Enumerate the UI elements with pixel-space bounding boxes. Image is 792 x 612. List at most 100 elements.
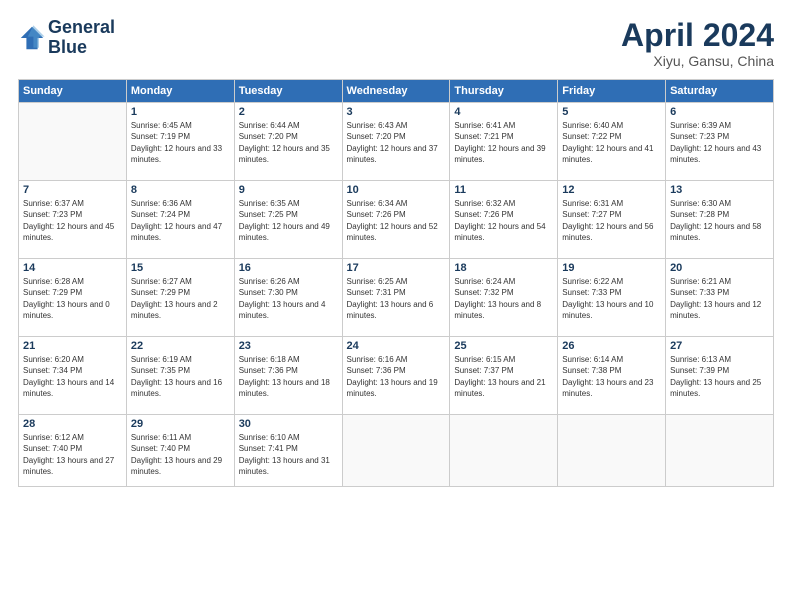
day-number: 13 (670, 184, 769, 196)
day-info: Sunrise: 6:27 AMSunset: 7:29 PMDaylight:… (131, 276, 230, 321)
header-cell-friday: Friday (558, 80, 666, 103)
day-cell-empty-6 (666, 415, 774, 487)
day-cell-9: 9Sunrise: 6:35 AMSunset: 7:25 PMDaylight… (234, 181, 342, 259)
day-number: 25 (454, 340, 553, 352)
day-info: Sunrise: 6:30 AMSunset: 7:28 PMDaylight:… (670, 198, 769, 243)
day-number: 6 (670, 106, 769, 118)
header-cell-sunday: Sunday (19, 80, 127, 103)
day-cell-25: 25 Sunrise: 6:15 AMSunset: 7:37 PMDayligh… (450, 337, 558, 415)
day-info: Sunrise: 6:10 AMSunset: 7:41 PMDaylight:… (239, 432, 338, 477)
day-cell-24: 24 Sunrise: 6:16 AMSunset: 7:36 PMDayligh… (342, 337, 450, 415)
day-number: 29 (131, 418, 230, 430)
day-info: Sunrise: 6:12 AMSunset: 7:40 PMDaylight:… (23, 432, 122, 477)
day-info: Sunrise: 6:36 AMSunset: 7:24 PMDaylight:… (131, 198, 230, 243)
logo-text: General Blue (48, 18, 115, 58)
day-number: 22 (131, 340, 230, 352)
day-info: Sunrise: 6:25 AMSunset: 7:31 PMDaylight:… (347, 276, 446, 321)
day-info: Sunrise: 6:15 AMSunset: 7:37 PMDaylight:… (454, 354, 553, 399)
day-number: 26 (562, 340, 661, 352)
day-info: Sunrise: 6:35 AMSunset: 7:25 PMDaylight:… (239, 198, 338, 243)
day-cell-empty-4 (450, 415, 558, 487)
logo-icon (18, 24, 46, 52)
day-cell-empty-3 (342, 415, 450, 487)
day-cell-10: 10Sunrise: 6:34 AMSunset: 7:26 PMDayligh… (342, 181, 450, 259)
day-cell-8: 8 Sunrise: 6:36 AMSunset: 7:24 PMDaylight… (126, 181, 234, 259)
calendar-subtitle: Xiyu, Gansu, China (621, 53, 774, 69)
day-cell-17: 17 Sunrise: 6:25 AMSunset: 7:31 PMDayligh… (342, 259, 450, 337)
week-row-1: 7Sunrise: 6:37 AMSunset: 7:23 PMDaylight… (19, 181, 774, 259)
day-cell-3: 3 Sunrise: 6:43 AMSunset: 7:20 PMDaylight… (342, 103, 450, 181)
day-cell-29: 29Sunrise: 6:11 AMSunset: 7:40 PMDayligh… (126, 415, 234, 487)
day-info: Sunrise: 6:16 AMSunset: 7:36 PMDaylight:… (347, 354, 446, 399)
day-number: 17 (347, 262, 446, 274)
calendar-title: April 2024 (621, 18, 774, 53)
day-number: 14 (23, 262, 122, 274)
calendar-body: 1Sunrise: 6:45 AMSunset: 7:19 PMDaylight… (19, 103, 774, 487)
calendar-header: SundayMondayTuesdayWednesdayThursdayFrid… (19, 80, 774, 103)
page: General Blue April 2024 Xiyu, Gansu, Chi… (0, 0, 792, 612)
day-cell-19: 19 Sunrise: 6:22 AMSunset: 7:33 PMDayligh… (558, 259, 666, 337)
day-info: Sunrise: 6:24 AMSunset: 7:32 PMDaylight:… (454, 276, 553, 321)
week-row-0: 1Sunrise: 6:45 AMSunset: 7:19 PMDaylight… (19, 103, 774, 181)
day-number: 15 (131, 262, 230, 274)
week-row-4: 28 Sunrise: 6:12 AMSunset: 7:40 PMDayligh… (19, 415, 774, 487)
day-info: Sunrise: 6:31 AMSunset: 7:27 PMDaylight:… (562, 198, 661, 243)
day-info: Sunrise: 6:32 AMSunset: 7:26 PMDaylight:… (454, 198, 553, 243)
day-cell-21: 21Sunrise: 6:20 AMSunset: 7:34 PMDayligh… (19, 337, 127, 415)
day-cell-30: 30Sunrise: 6:10 AMSunset: 7:41 PMDayligh… (234, 415, 342, 487)
logo-line1: General (48, 18, 115, 38)
day-cell-20: 20Sunrise: 6:21 AMSunset: 7:33 PMDayligh… (666, 259, 774, 337)
day-info: Sunrise: 6:20 AMSunset: 7:34 PMDaylight:… (23, 354, 122, 399)
day-info: Sunrise: 6:14 AMSunset: 7:38 PMDaylight:… (562, 354, 661, 399)
title-block: April 2024 Xiyu, Gansu, China (621, 18, 774, 69)
day-number: 2 (239, 106, 338, 118)
day-number: 12 (562, 184, 661, 196)
day-cell-4: 4Sunrise: 6:41 AMSunset: 7:21 PMDaylight… (450, 103, 558, 181)
day-number: 23 (239, 340, 338, 352)
day-info: Sunrise: 6:39 AMSunset: 7:23 PMDaylight:… (670, 120, 769, 165)
header: General Blue April 2024 Xiyu, Gansu, Chi… (18, 18, 774, 69)
week-row-2: 14Sunrise: 6:28 AMSunset: 7:29 PMDayligh… (19, 259, 774, 337)
day-cell-empty-5 (558, 415, 666, 487)
day-number: 5 (562, 106, 661, 118)
day-cell-28: 28 Sunrise: 6:12 AMSunset: 7:40 PMDayligh… (19, 415, 127, 487)
day-cell-5: 5 Sunrise: 6:40 AMSunset: 7:22 PMDaylight… (558, 103, 666, 181)
day-cell-16: 16 Sunrise: 6:26 AMSunset: 7:30 PMDayligh… (234, 259, 342, 337)
day-info: Sunrise: 6:26 AMSunset: 7:30 PMDaylight:… (239, 276, 338, 321)
day-number: 16 (239, 262, 338, 274)
logo: General Blue (18, 18, 115, 58)
day-number: 20 (670, 262, 769, 274)
day-info: Sunrise: 6:37 AMSunset: 7:23 PMDaylight:… (23, 198, 122, 243)
day-number: 24 (347, 340, 446, 352)
day-number: 3 (347, 106, 446, 118)
day-info: Sunrise: 6:18 AMSunset: 7:36 PMDaylight:… (239, 354, 338, 399)
day-cell-2: 2 Sunrise: 6:44 AMSunset: 7:20 PMDaylight… (234, 103, 342, 181)
day-info: Sunrise: 6:13 AMSunset: 7:39 PMDaylight:… (670, 354, 769, 399)
day-number: 19 (562, 262, 661, 274)
header-cell-thursday: Thursday (450, 80, 558, 103)
day-info: Sunrise: 6:44 AMSunset: 7:20 PMDaylight:… (239, 120, 338, 165)
day-cell-13: 13 Sunrise: 6:30 AMSunset: 7:28 PMDayligh… (666, 181, 774, 259)
day-info: Sunrise: 6:22 AMSunset: 7:33 PMDaylight:… (562, 276, 661, 321)
day-number: 4 (454, 106, 553, 118)
calendar-table: SundayMondayTuesdayWednesdayThursdayFrid… (18, 79, 774, 487)
day-info: Sunrise: 6:40 AMSunset: 7:22 PMDaylight:… (562, 120, 661, 165)
header-cell-wednesday: Wednesday (342, 80, 450, 103)
day-cell-12: 12 Sunrise: 6:31 AMSunset: 7:27 PMDayligh… (558, 181, 666, 259)
day-number: 18 (454, 262, 553, 274)
header-cell-tuesday: Tuesday (234, 80, 342, 103)
day-info: Sunrise: 6:43 AMSunset: 7:20 PMDaylight:… (347, 120, 446, 165)
day-cell-7: 7Sunrise: 6:37 AMSunset: 7:23 PMDaylight… (19, 181, 127, 259)
week-row-3: 21Sunrise: 6:20 AMSunset: 7:34 PMDayligh… (19, 337, 774, 415)
logo-line2: Blue (48, 38, 115, 58)
day-number: 10 (347, 184, 446, 196)
day-cell-6: 6 Sunrise: 6:39 AMSunset: 7:23 PMDaylight… (666, 103, 774, 181)
day-cell-15: 15 Sunrise: 6:27 AMSunset: 7:29 PMDayligh… (126, 259, 234, 337)
day-cell-1: 1Sunrise: 6:45 AMSunset: 7:19 PMDaylight… (126, 103, 234, 181)
day-cell-26: 26 Sunrise: 6:14 AMSunset: 7:38 PMDayligh… (558, 337, 666, 415)
day-cell-27: 27Sunrise: 6:13 AMSunset: 7:39 PMDayligh… (666, 337, 774, 415)
day-cell-22: 22Sunrise: 6:19 AMSunset: 7:35 PMDayligh… (126, 337, 234, 415)
day-cell-empty-0 (19, 103, 127, 181)
day-number: 28 (23, 418, 122, 430)
day-number: 8 (131, 184, 230, 196)
